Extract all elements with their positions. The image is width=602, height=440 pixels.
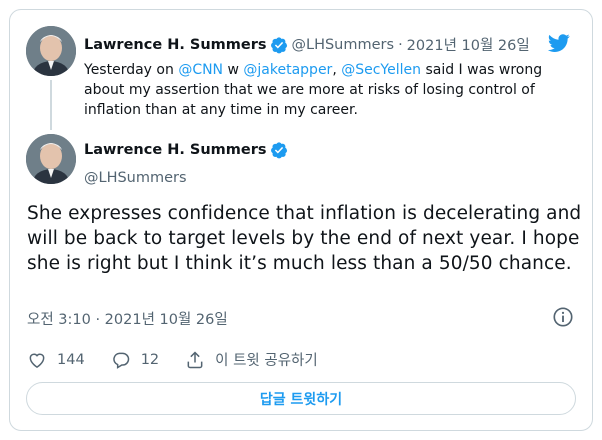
action-bar: 144 12 이 트윗 공유하기	[27, 349, 338, 370]
text-segment: w	[223, 62, 244, 78]
avatar[interactable]	[26, 26, 76, 76]
author-name[interactable]: Lawrence H. Summers	[84, 37, 267, 53]
mention-link[interactable]: @SecYellen	[341, 62, 421, 78]
reply-bubble-icon	[112, 352, 129, 369]
share-button[interactable]: 이 트윗 공유하기	[185, 349, 318, 370]
thread-line	[50, 80, 52, 130]
like-button[interactable]: 144	[27, 350, 85, 370]
heart-icon	[29, 353, 45, 368]
separator: ·	[398, 36, 403, 53]
twitter-bird-icon[interactable]	[546, 32, 572, 54]
info-icon[interactable]	[552, 306, 574, 328]
share-icon	[187, 350, 203, 368]
quoted-header: Lawrence H. Summers @LHSummers · 2021년 1…	[84, 34, 530, 55]
reply-tweet-button[interactable]: 답글 트윗하기	[26, 382, 576, 415]
tweet-timestamp[interactable]: 오전 3:10 · 2021년 10월 26일	[27, 308, 228, 329]
tweet-date[interactable]: 2021년 10월 26일	[407, 34, 530, 55]
text-segment: ,	[332, 62, 342, 78]
author-handle[interactable]: @LHSummers	[84, 170, 187, 186]
verified-badge-icon	[270, 36, 288, 54]
reply-count: 12	[140, 351, 160, 368]
reply-count-button[interactable]: 12	[111, 350, 159, 370]
like-count: 144	[57, 351, 85, 368]
text-segment: Yesterday on	[84, 62, 179, 78]
quoted-tweet-text: Yesterday on @CNN w @jaketapper, @SecYel…	[84, 60, 554, 120]
tweet-text: She expresses confidence that inflation …	[27, 203, 582, 274]
share-label: 이 트윗 공유하기	[215, 353, 318, 369]
main-header: Lawrence H. Summers	[84, 141, 288, 159]
mention-link[interactable]: @CNN	[178, 62, 223, 78]
mention-link[interactable]: @jaketapper	[243, 62, 332, 78]
avatar[interactable]	[26, 134, 76, 184]
author-name[interactable]: Lawrence H. Summers	[84, 142, 267, 158]
tweet-card: Lawrence H. Summers @LHSummers · 2021년 1…	[9, 9, 593, 431]
verified-badge-icon	[270, 141, 288, 159]
author-handle[interactable]: @LHSummers	[292, 37, 395, 53]
